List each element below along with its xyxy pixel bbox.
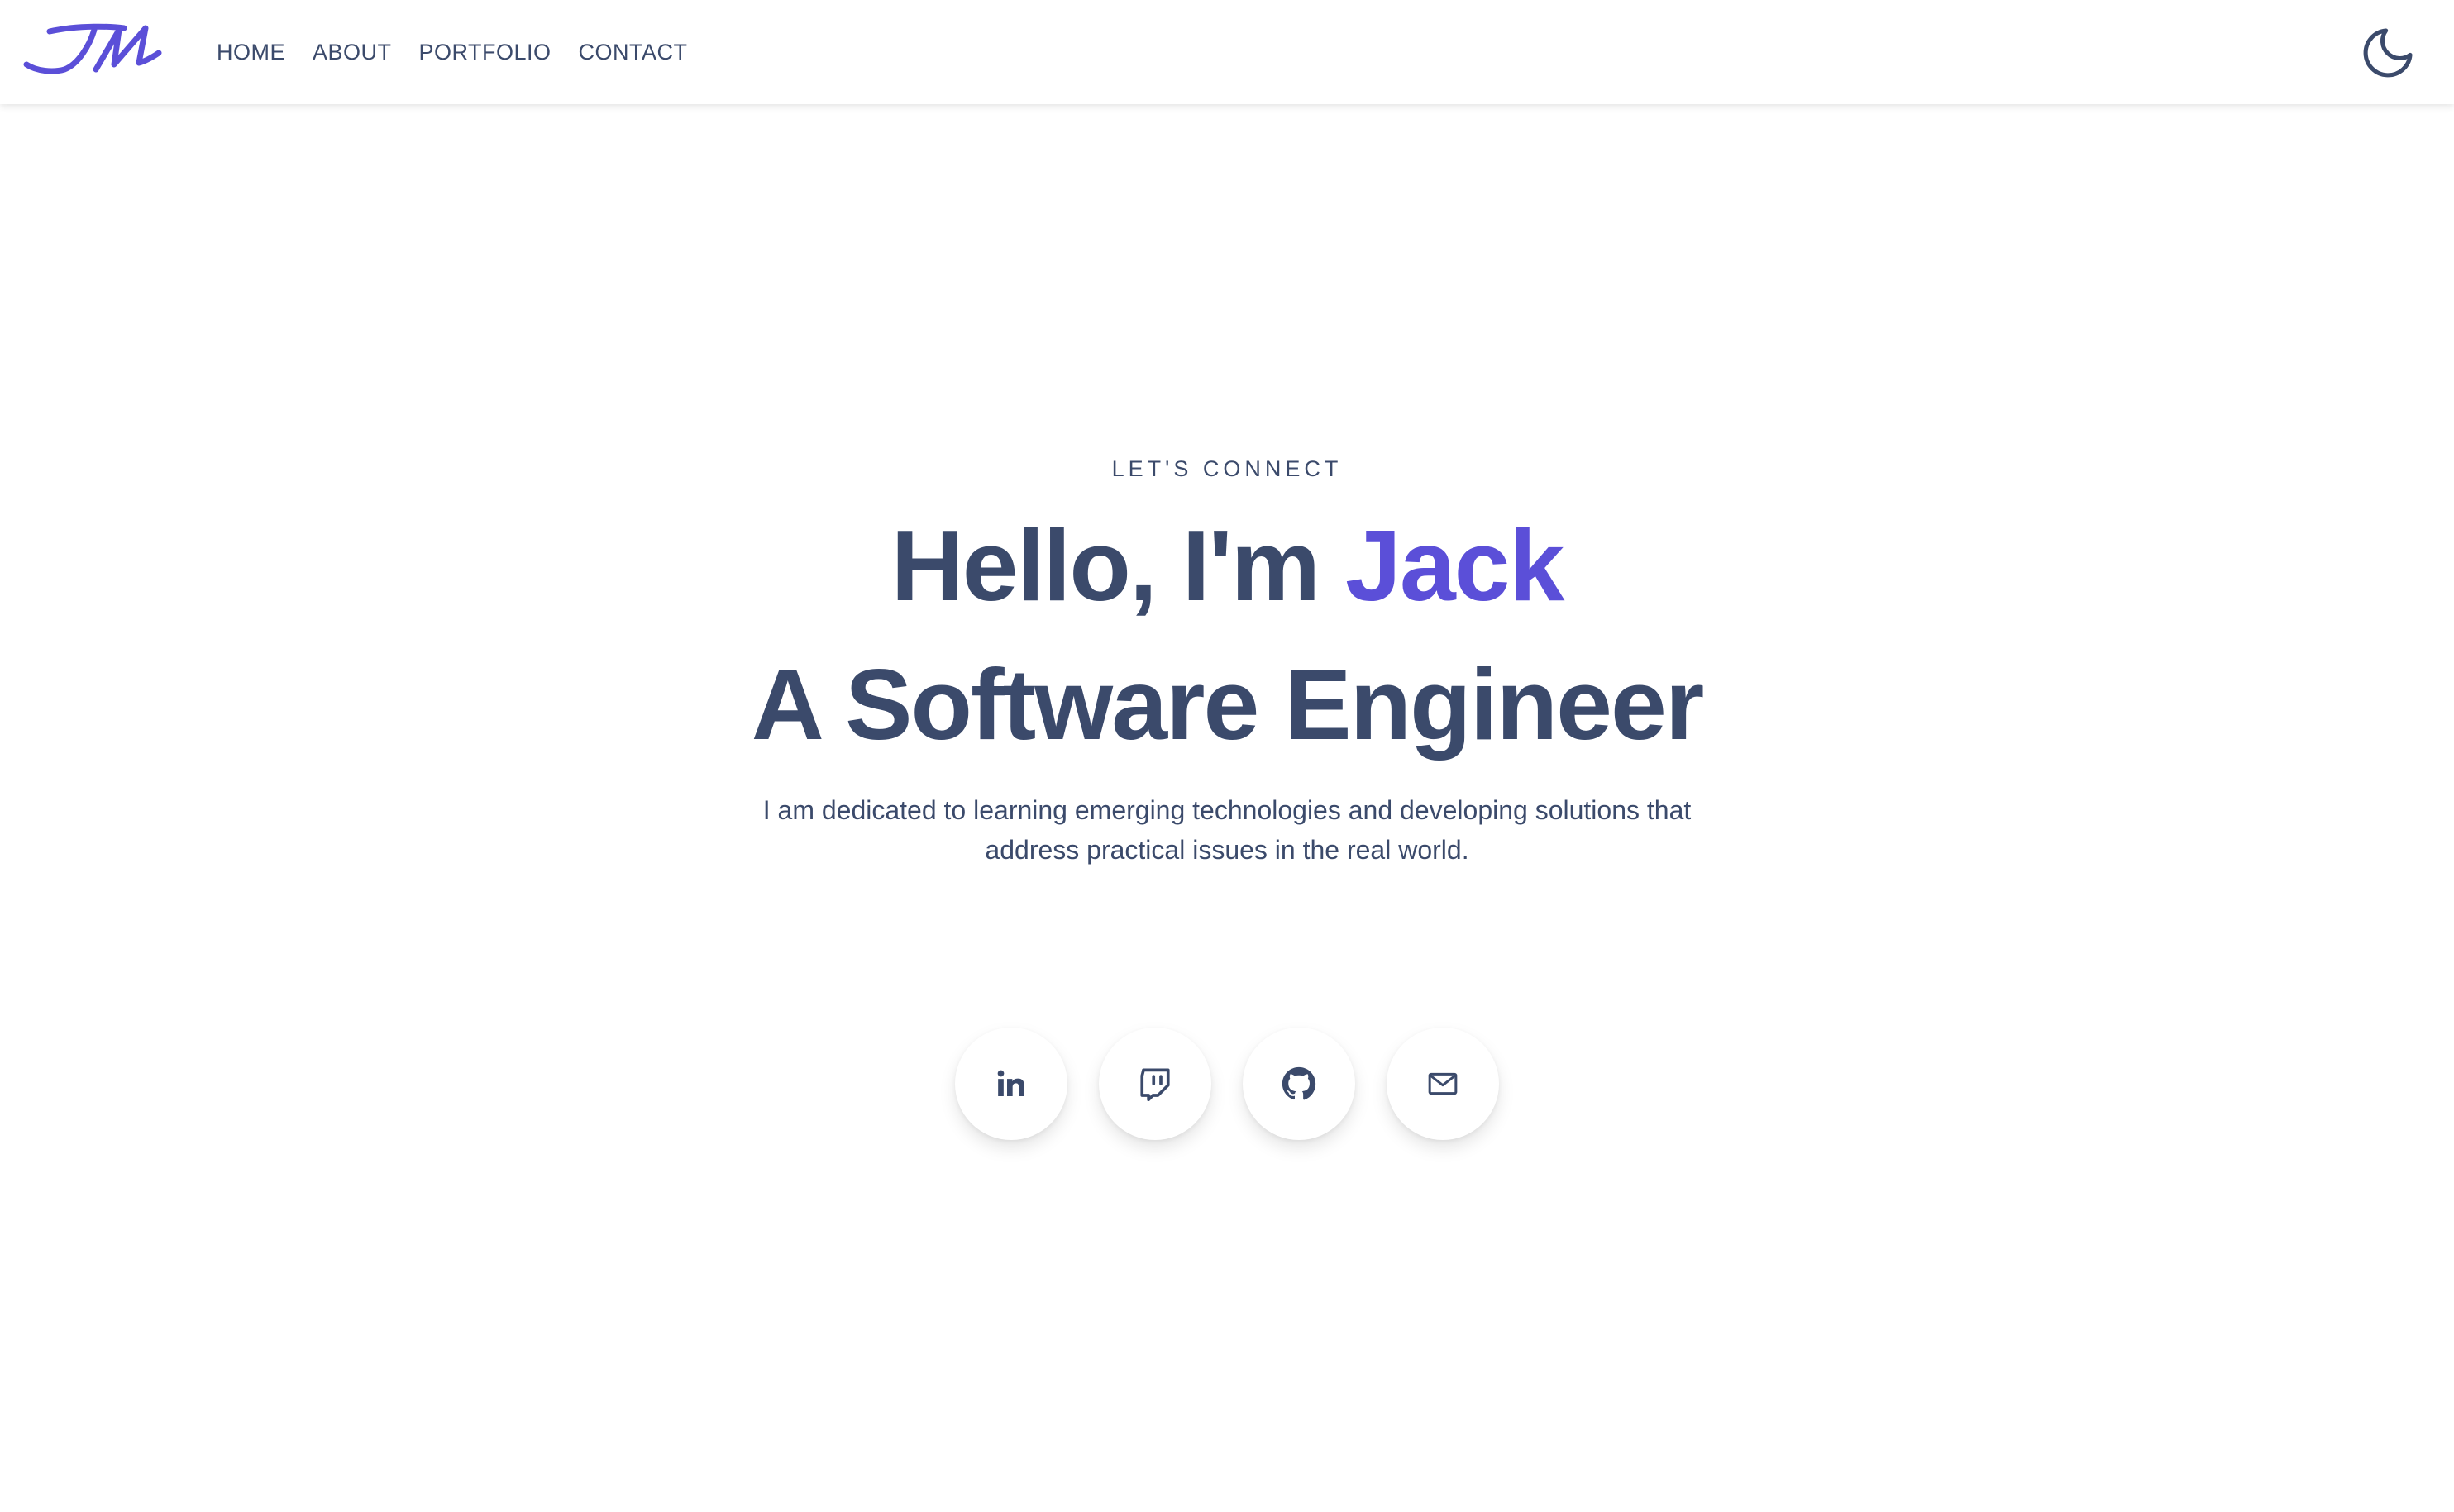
hero-section: LET'S CONNECT Hello, I'm Jack A Software… <box>0 104 2454 1512</box>
twitch-icon <box>1140 1068 1170 1101</box>
social-links <box>0 1028 2454 1140</box>
nav-portfolio-link[interactable]: PORTFOLIO <box>419 40 551 65</box>
hero-role: A Software Engineer <box>751 648 1705 761</box>
hero-greeting: Hello, I'm Jack <box>0 515 2454 616</box>
nav-about-link[interactable]: ABOUT <box>313 40 392 65</box>
hero-name: Jack <box>1344 509 1564 622</box>
twitch-button[interactable] <box>1099 1028 1211 1140</box>
mail-icon <box>1428 1072 1458 1095</box>
linkedin-button[interactable] <box>955 1028 1067 1140</box>
hero-eyebrow: LET'S CONNECT <box>1111 456 1343 481</box>
github-icon <box>1282 1066 1316 1100</box>
hero-description: I am dedicated to learning emerging tech… <box>762 795 1692 865</box>
jm-logo[interactable] <box>21 21 162 76</box>
email-button[interactable] <box>1387 1028 1499 1140</box>
theme-toggle-button[interactable] <box>2358 23 2418 83</box>
linkedin-icon <box>997 1070 1024 1096</box>
nav-home-link[interactable]: HOME <box>217 40 285 65</box>
moon-icon <box>2363 28 2413 78</box>
nav-contact-link[interactable]: CONTACT <box>579 40 688 65</box>
navbar: HOME ABOUT PORTFOLIO CONTACT <box>0 0 2454 104</box>
main-nav: HOME ABOUT PORTFOLIO CONTACT <box>217 0 688 104</box>
github-button[interactable] <box>1243 1028 1355 1140</box>
greeting-text: Hello, I'm <box>890 509 1345 622</box>
